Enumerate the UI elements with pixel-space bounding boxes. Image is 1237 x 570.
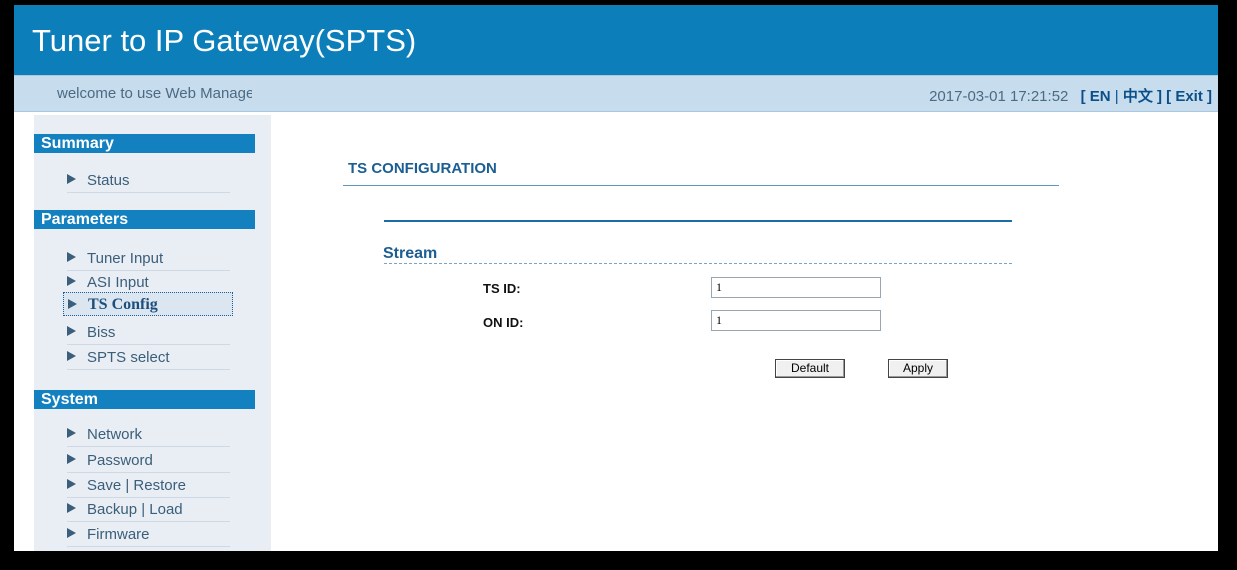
arrow-right-icon: [67, 252, 76, 262]
arrow-right-icon: [68, 299, 77, 309]
sidebar-item-label: Biss: [87, 324, 116, 341]
sidebar-item-biss[interactable]: Biss: [67, 323, 230, 345]
arrow-right-icon: [67, 503, 76, 513]
arrow-right-icon: [67, 454, 76, 464]
status-bar: welcome to use Web Management System 201…: [14, 75, 1218, 112]
arrow-right-icon: [67, 276, 76, 286]
sidebar-item-label: Status: [87, 172, 130, 189]
ts-id-input[interactable]: [711, 277, 881, 298]
sidebar-item-firmware[interactable]: Firmware: [67, 525, 230, 547]
on-id-label: ON ID:: [483, 315, 524, 330]
exit-link[interactable]: [ Exit ]: [1166, 88, 1212, 105]
on-id-input[interactable]: [711, 310, 881, 331]
sidebar-item-ts-config[interactable]: TS Config: [63, 292, 233, 316]
sidebar-heading-parameters: Parameters: [34, 210, 255, 229]
stream-group-label: Stream: [383, 245, 438, 262]
ts-id-label: TS ID:: [483, 281, 521, 296]
sidebar-item-label: ASI Input: [87, 274, 149, 291]
lang-separator: |: [1114, 88, 1119, 105]
sidebar-item-spts-select[interactable]: SPTS select: [67, 348, 230, 370]
arrow-right-icon: [67, 351, 76, 361]
arrow-right-icon: [67, 528, 76, 538]
page-title: TS CONFIGURATION: [348, 160, 497, 177]
sidebar-item-label: TS Config: [88, 296, 158, 313]
sidebar-heading-system: System: [34, 390, 255, 409]
sidebar-item-save-restore[interactable]: Save | Restore: [67, 476, 230, 498]
arrow-right-icon: [67, 479, 76, 489]
lang-en-link[interactable]: [ EN: [1081, 88, 1111, 105]
default-button[interactable]: Default: [775, 359, 845, 378]
stream-dashed-divider: [384, 263, 1012, 264]
sidebar-item-status[interactable]: Status: [67, 171, 230, 193]
apply-button[interactable]: Apply: [888, 359, 948, 378]
arrow-right-icon: [67, 326, 76, 336]
arrow-right-icon: [67, 428, 76, 438]
sidebar-item-password[interactable]: Password: [67, 451, 230, 473]
sidebar-heading-summary: Summary: [34, 134, 255, 153]
sidebar-item-label: Network: [87, 426, 143, 443]
datetime: 2017-03-01 17:21:52: [929, 88, 1069, 105]
sidebar-item-label: Save | Restore: [87, 477, 186, 494]
sidebar-item-network[interactable]: Network: [67, 425, 230, 447]
sidebar-item-label: Backup | Load: [87, 501, 183, 518]
sidebar-item-label: Password: [87, 452, 153, 469]
welcome-text: welcome to use Web Management System: [57, 85, 252, 102]
title-divider: [343, 185, 1059, 186]
sidebar: Summary Status Parameters Tuner Input AS…: [34, 115, 271, 551]
sidebar-item-label: Tuner Input: [87, 250, 164, 267]
sidebar-item-tuner-input[interactable]: Tuner Input: [67, 249, 230, 271]
sidebar-item-label: Firmware: [87, 526, 150, 543]
header-bar: Tuner to IP Gateway(SPTS): [14, 5, 1218, 75]
sidebar-item-label: SPTS select: [87, 349, 170, 366]
app-title: Tuner to IP Gateway(SPTS): [32, 23, 417, 58]
arrow-right-icon: [67, 174, 76, 184]
sidebar-item-backup-load[interactable]: Backup | Load: [67, 500, 230, 522]
app-window: Tuner to IP Gateway(SPTS) welcome to use…: [14, 5, 1218, 551]
group-top-divider: [384, 220, 1012, 222]
lang-zh-link[interactable]: 中文 ]: [1123, 88, 1162, 105]
top-right-controls: 2017-03-01 17:21:52 [ EN | 中文 ] [ Exit ]: [929, 85, 1212, 106]
